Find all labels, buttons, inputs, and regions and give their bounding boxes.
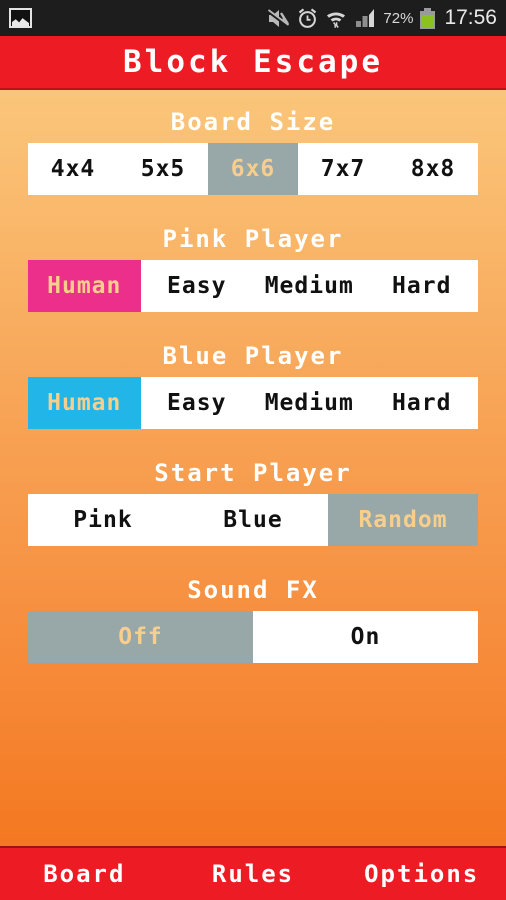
android-status-bar: 72% 17:56 <box>0 0 506 36</box>
option-board_size-7x7[interactable]: 7x7 <box>298 143 388 195</box>
nav-board[interactable]: Board <box>0 860 169 888</box>
section-label-pink_player: Pink Player <box>162 225 344 253</box>
segmented-control-sound_fx: Off On <box>28 611 478 663</box>
option-start_player-random[interactable]: Random <box>328 494 478 546</box>
option-sound_fx-off[interactable]: Off <box>28 611 253 663</box>
option-blue_player-human[interactable]: Human <box>28 377 141 429</box>
section-label-blue_player: Blue Player <box>162 342 344 370</box>
option-blue_player-easy[interactable]: Easy <box>140 377 253 429</box>
option-blue_player-medium[interactable]: Medium <box>253 377 366 429</box>
option-blue_player-hard[interactable]: Hard <box>365 377 478 429</box>
nav-rules[interactable]: Rules <box>169 860 338 888</box>
option-pink_player-easy[interactable]: Easy <box>140 260 253 312</box>
section-sound_fx: Sound FX Off On <box>0 569 506 663</box>
status-bar-left-icons <box>9 8 32 28</box>
section-label-start_player: Start Player <box>154 459 352 487</box>
option-sound_fx-on[interactable]: On <box>253 611 478 663</box>
section-label-board_size: Board Size <box>170 108 336 136</box>
status-bar-right-icons: 72% 17:56 <box>267 6 497 30</box>
settings-sections: Board Size 4x4 5x5 6x6 7x7 8x8 Pink Player Huma… <box>0 101 506 686</box>
section-pink_player: Pink Player Human Easy Medium Hard <box>0 218 506 312</box>
nav-options[interactable]: Options <box>337 860 506 888</box>
segmented-control-start_player: Pink Blue Random <box>28 494 478 546</box>
sound-mute-icon <box>267 8 290 27</box>
battery-percent-label: 72% <box>383 9 414 27</box>
segmented-control-board_size: 4x4 5x5 6x6 7x7 8x8 <box>28 143 478 195</box>
page-title: Block Escape <box>123 44 383 80</box>
option-board_size-8x8[interactable]: 8x8 <box>388 143 478 195</box>
alarm-clock-icon <box>299 7 317 28</box>
option-board_size-6x6[interactable]: 6x6 <box>208 143 298 195</box>
segmented-control-pink_player: Human Easy Medium Hard <box>28 260 478 312</box>
options-content: Board Size 4x4 5x5 6x6 7x7 8x8 Pink Player Huma… <box>0 90 506 846</box>
option-board_size-4x4[interactable]: 4x4 <box>28 143 118 195</box>
clock-label: 17:56 <box>444 6 497 29</box>
bottom-navigation-bar: Board Rules Options <box>0 846 506 900</box>
section-blue_player: Blue Player Human Easy Medium Hard <box>0 335 506 429</box>
battery-icon <box>420 7 436 29</box>
option-pink_player-human[interactable]: Human <box>28 260 141 312</box>
segmented-control-blue_player: Human Easy Medium Hard <box>28 377 478 429</box>
option-board_size-5x5[interactable]: 5x5 <box>118 143 208 195</box>
option-pink_player-hard[interactable]: Hard <box>365 260 478 312</box>
section-start_player: Start Player Pink Blue Random <box>0 452 506 546</box>
app-screen: 72% 17:56 Block Escape Board Size 4x4 5x5 6… <box>0 0 506 900</box>
app-title-bar: Block Escape <box>0 36 506 90</box>
option-start_player-blue[interactable]: Blue <box>178 494 328 546</box>
cellular-signal-icon <box>356 9 375 27</box>
section-board_size: Board Size 4x4 5x5 6x6 7x7 8x8 <box>0 101 506 195</box>
section-label-sound_fx: Sound FX <box>187 576 319 604</box>
option-pink_player-medium[interactable]: Medium <box>253 260 366 312</box>
option-start_player-pink[interactable]: Pink <box>28 494 178 546</box>
wifi-icon <box>327 12 346 28</box>
screenshot-photo-icon <box>9 8 32 28</box>
